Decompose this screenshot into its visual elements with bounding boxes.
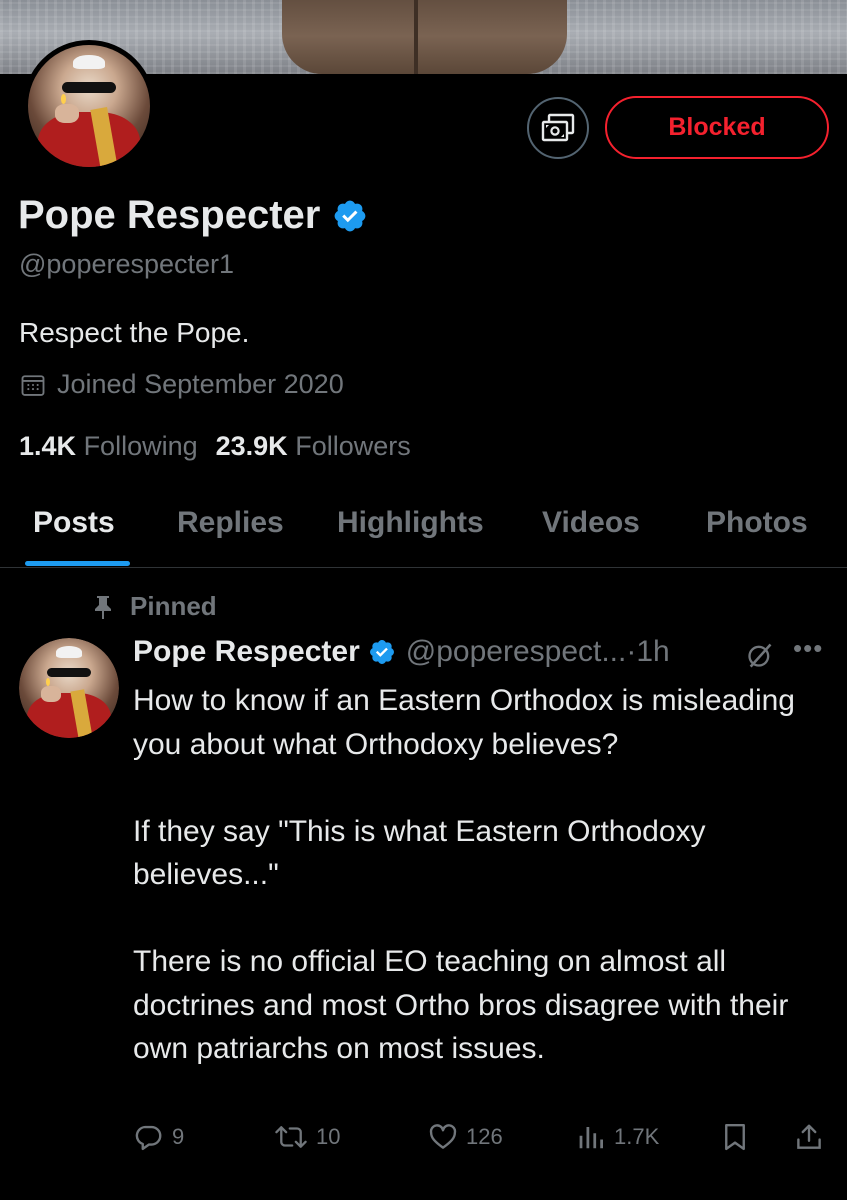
profile-bio: Respect the Pope. <box>19 317 250 348</box>
post-avatar-image <box>19 638 119 738</box>
profile-avatar[interactable] <box>23 40 155 172</box>
subscribe-button[interactable] <box>527 97 589 159</box>
pinned-indicator: Pinned <box>92 591 217 622</box>
repost-icon <box>275 1126 307 1148</box>
tab-photos[interactable]: Photos <box>706 506 808 540</box>
display-name-text: Pope Respecter <box>18 193 321 237</box>
bookmark-button[interactable] <box>720 1122 750 1152</box>
joined-text: Joined September 2020 <box>57 369 344 399</box>
reply-count: 9 <box>172 1124 185 1149</box>
grok-icon[interactable] <box>746 641 774 669</box>
like-button[interactable]: 126 <box>428 1122 503 1152</box>
pin-icon <box>95 595 111 619</box>
post-separator: · <box>626 635 637 668</box>
share-icon <box>797 1124 821 1149</box>
pinned-label: Pinned <box>130 591 217 621</box>
following-count: 1.4K <box>19 431 77 461</box>
profile-joined: Joined September 2020 <box>19 369 344 400</box>
profile-tabs: Posts Replies Highlights Videos Photos <box>0 500 847 568</box>
followers-link[interactable]: 23.9K Followers <box>216 431 411 462</box>
calendar-icon <box>21 374 45 396</box>
like-count: 126 <box>466 1124 503 1149</box>
post-author-avatar[interactable] <box>19 638 119 738</box>
more-options-icon[interactable]: ••• <box>793 633 823 664</box>
post-author-handle[interactable]: @poperespect... <box>406 635 627 669</box>
blocked-button-label: Blocked <box>668 113 766 141</box>
avatar-image <box>28 45 150 167</box>
verified-badge-icon <box>334 200 366 231</box>
subscribe-money-icon <box>541 113 575 142</box>
post-body: How to know if an Eastern Orthodox is mi… <box>133 679 823 1071</box>
blocked-button[interactable]: Blocked <box>605 96 829 159</box>
views-count: 1.7K <box>614 1124 660 1149</box>
views-icon <box>579 1127 603 1149</box>
tab-highlights[interactable]: Highlights <box>337 506 484 540</box>
profile-display-name: Pope Respecter <box>18 193 368 238</box>
heart-icon <box>429 1124 457 1149</box>
post-paragraph: There is no official EO teaching on almo… <box>133 945 789 1065</box>
tab-replies[interactable]: Replies <box>177 506 284 540</box>
reply-icon <box>135 1125 162 1151</box>
followers-label: Followers <box>295 431 411 461</box>
repost-button[interactable]: 10 <box>274 1122 340 1152</box>
post-timestamp[interactable]: 1h <box>636 635 669 669</box>
following-link[interactable]: 1.4K Following <box>19 431 198 462</box>
post-paragraph: If they say "This is what Eastern Orthod… <box>133 814 706 892</box>
verified-badge-icon <box>369 640 394 664</box>
profile-handle: @poperespecter1 <box>19 249 235 279</box>
post-author-name[interactable]: Pope Respecter <box>133 635 360 669</box>
views-button[interactable]: 1.7K <box>576 1122 659 1152</box>
followers-count: 23.9K <box>215 431 288 461</box>
follow-stats: 1.4K Following 23.9K Followers <box>19 431 411 462</box>
repost-count: 10 <box>316 1124 341 1149</box>
bookmark-icon <box>725 1123 745 1151</box>
active-tab-indicator <box>25 561 130 566</box>
following-label: Following <box>83 431 198 461</box>
post-paragraph: How to know if an Eastern Orthodox is mi… <box>133 684 795 761</box>
post-header: Pope Respecter @poperespect... · 1h ••• <box>133 633 833 669</box>
share-button[interactable] <box>794 1122 824 1152</box>
post-actions: 9 10 126 1.7K <box>0 1122 847 1162</box>
tab-videos[interactable]: Videos <box>542 506 640 540</box>
tab-posts[interactable]: Posts <box>33 506 115 540</box>
banner-figure <box>282 0 567 74</box>
reply-button[interactable]: 9 <box>134 1122 184 1152</box>
